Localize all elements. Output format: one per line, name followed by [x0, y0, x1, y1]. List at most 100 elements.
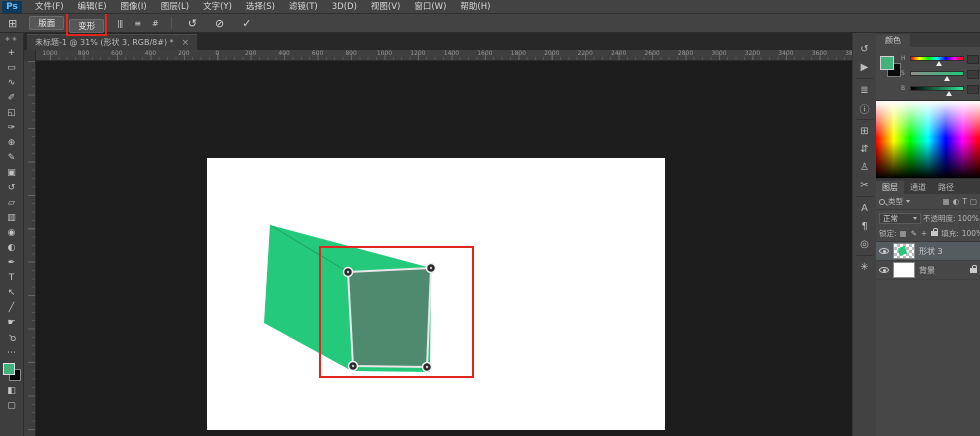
- character-styles-panel-icon[interactable]: ⊞: [860, 122, 868, 140]
- filter-type-layers-icon[interactable]: T: [962, 197, 967, 206]
- adjustments-panel-icon[interactable]: ⇵: [860, 140, 868, 158]
- h-slider-value-box[interactable]: [967, 55, 979, 64]
- lasso-tool[interactable]: ∿: [0, 75, 24, 90]
- b-slider[interactable]: B: [908, 82, 979, 97]
- tab-通道[interactable]: 通道: [904, 181, 932, 194]
- menu-3d[interactable]: 3D(D): [325, 0, 364, 14]
- menu-filter[interactable]: 滤镜(T): [282, 0, 325, 14]
- lock-image-pixels-icon[interactable]: ✎: [911, 229, 917, 238]
- cancel-warp-icon[interactable]: ⊘: [206, 17, 233, 30]
- brush-tool[interactable]: ✎: [0, 150, 24, 165]
- tool-presets-panel-icon[interactable]: ✂: [860, 176, 868, 194]
- libraries-panel-icon[interactable]: ♙: [860, 158, 869, 176]
- filter-pixel-layers-icon[interactable]: ▦: [943, 197, 950, 206]
- lock-position-icon[interactable]: +: [921, 229, 927, 238]
- document-tab[interactable]: 未标题-1 @ 31% (形状 3, RGB/8#) * ×: [27, 34, 197, 50]
- history-brush-tool[interactable]: ↺: [0, 180, 24, 195]
- layer-row[interactable]: 形状 3: [876, 242, 980, 261]
- clone-stamp-tool[interactable]: ▣: [0, 165, 24, 180]
- close-tab-icon[interactable]: ×: [182, 38, 190, 48]
- 3d-panel-icon[interactable]: ✳: [860, 258, 868, 276]
- search-icon: [879, 199, 885, 205]
- s-slider-value-box[interactable]: [967, 70, 979, 79]
- shape-tool[interactable]: ╱: [0, 300, 24, 315]
- filter-adjustment-layers-icon[interactable]: ◐: [953, 197, 960, 206]
- menu-view[interactable]: 视图(V): [364, 0, 407, 14]
- s-slider-marker[interactable]: [944, 76, 950, 81]
- s-slider-track[interactable]: [910, 71, 964, 76]
- tools-list: +▭∿✐◱✑⊕✎▣↺▱▥◉◐✒T↖╱☛⚲: [0, 45, 24, 345]
- menu-edit[interactable]: 编辑(E): [71, 0, 114, 14]
- foreground-color-swatch[interactable]: [3, 363, 15, 375]
- tab-color[interactable]: 颜色: [876, 34, 910, 47]
- warp-quad-front-face[interactable]: [348, 268, 431, 367]
- dodge-tool[interactable]: ◐: [0, 240, 24, 255]
- blend-mode-select[interactable]: 正常: [879, 213, 921, 224]
- history-panel-icon[interactable]: ↺: [860, 40, 868, 58]
- paragraph-panel-icon[interactable]: ¶: [861, 217, 867, 235]
- menu-file[interactable]: 文件(F): [28, 0, 71, 14]
- warp-button[interactable]: 变形: [69, 19, 104, 33]
- filter-shape-layers-icon[interactable]: ▢: [970, 197, 977, 206]
- path-selection-tool[interactable]: ↖: [0, 285, 24, 300]
- character-panel-icon[interactable]: A: [861, 199, 868, 217]
- menu-select[interactable]: 选择(S): [239, 0, 282, 14]
- marquee-tool[interactable]: ▭: [0, 60, 24, 75]
- type-tool[interactable]: T: [0, 270, 24, 285]
- spot-healing-brush-tool[interactable]: ⊕: [0, 135, 24, 150]
- auto-warp-both-button[interactable]: #: [146, 19, 164, 28]
- actions-panel-icon[interactable]: ▶: [861, 58, 869, 76]
- layer-row[interactable]: 背景: [876, 261, 980, 280]
- lock-icons: ▦ ✎ +: [900, 229, 939, 238]
- document-tab-bar: 未标题-1 @ 31% (形状 3, RGB/8#) * ×: [24, 33, 852, 50]
- menu-type[interactable]: 文字(Y): [196, 0, 239, 14]
- ruler-label: 400: [278, 50, 289, 57]
- commit-warp-icon[interactable]: ✓: [233, 17, 260, 30]
- quick-mask-mode-icon[interactable]: ◧: [0, 383, 24, 398]
- screen-mode-icon[interactable]: ▢: [0, 398, 24, 413]
- gradient-tool[interactable]: ▥: [0, 210, 24, 225]
- h-slider-marker[interactable]: [936, 61, 942, 66]
- lock-all-icon[interactable]: [931, 231, 938, 236]
- menu-window[interactable]: 窗口(W): [407, 0, 453, 14]
- eyedropper-tool[interactable]: ✑: [0, 120, 24, 135]
- blur-tool[interactable]: ◉: [0, 225, 24, 240]
- undo-warp-icon[interactable]: ↺: [179, 17, 206, 30]
- menu-layer[interactable]: 图层(L): [154, 0, 196, 14]
- move-tool[interactable]: +: [0, 45, 24, 60]
- tools-panel-header-icon[interactable]: ∗∗: [5, 33, 19, 45]
- crop-tool[interactable]: ◱: [0, 105, 24, 120]
- lock-transparent-pixels-icon[interactable]: ▦: [900, 229, 907, 238]
- menu-image[interactable]: 图像(I): [114, 0, 154, 14]
- layer-visibility-eye-icon[interactable]: [879, 267, 889, 273]
- layer-visibility-eye-icon[interactable]: [879, 248, 889, 254]
- quick-selection-tool[interactable]: ✐: [0, 90, 24, 105]
- opacity-value[interactable]: 100%: [958, 214, 979, 223]
- b-slider-marker[interactable]: [946, 91, 952, 96]
- auto-level-horizontal-button[interactable]: ≡: [128, 19, 146, 28]
- clone-source-panel-icon[interactable]: ◎: [860, 235, 869, 253]
- eraser-tool[interactable]: ▱: [0, 195, 24, 210]
- filter-kind-label[interactable]: 类型: [888, 196, 903, 207]
- b-slider-value-box[interactable]: [967, 85, 979, 94]
- tab-路径[interactable]: 路径: [932, 181, 960, 194]
- b-slider-track[interactable]: [910, 86, 964, 91]
- properties-panel-icon[interactable]: ≣: [860, 81, 868, 99]
- photoshop-logo: Ps: [2, 1, 22, 13]
- menu-help[interactable]: 帮助(H): [453, 0, 497, 14]
- fill-value[interactable]: 100%: [962, 229, 980, 238]
- pen-tool[interactable]: ✒: [0, 255, 24, 270]
- info-panel-icon[interactable]: ⓘ: [860, 99, 870, 117]
- warp-pin-bottom-right-dot: [426, 366, 428, 368]
- color-swatches-widget[interactable]: [3, 363, 21, 381]
- h-slider[interactable]: H: [908, 52, 979, 67]
- ruler-label: 2400: [611, 50, 626, 57]
- color-panel-foreground-swatch[interactable]: [880, 56, 894, 70]
- s-slider[interactable]: S: [908, 67, 979, 82]
- tab-图层[interactable]: 图层: [876, 181, 904, 194]
- color-spectrum-ramp[interactable]: [876, 100, 980, 179]
- layer-thumbnail[interactable]: [893, 262, 915, 278]
- layout-button[interactable]: 版面: [29, 16, 64, 30]
- auto-straighten-vertical-button[interactable]: |||: [111, 19, 128, 28]
- layer-thumbnail[interactable]: [893, 243, 915, 259]
